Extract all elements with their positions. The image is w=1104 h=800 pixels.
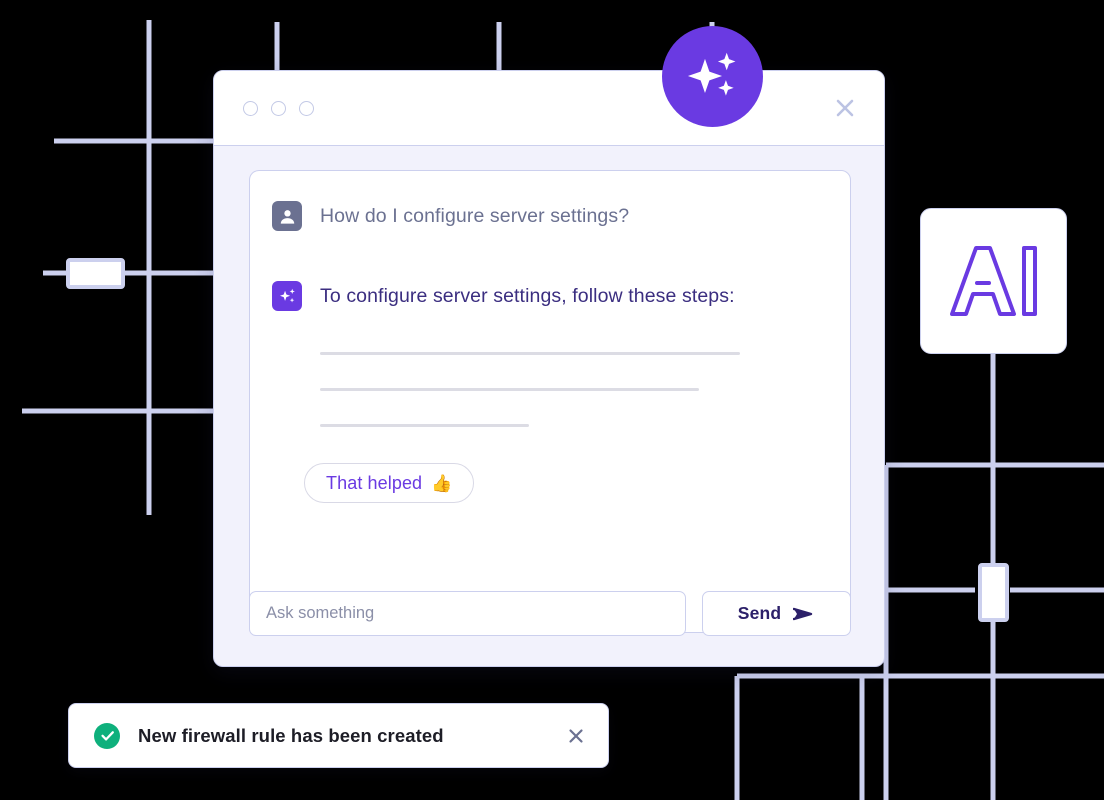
ai-chip-icon bbox=[949, 246, 1037, 316]
window-controls bbox=[243, 100, 314, 116]
toast-message: New firewall rule has been created bbox=[138, 724, 444, 746]
sparkles-icon bbox=[272, 281, 302, 311]
circuit-component-right bbox=[978, 563, 1009, 622]
ai-node-card[interactable] bbox=[920, 208, 1067, 354]
close-icon bbox=[836, 99, 854, 117]
illustration-canvas: How do I configure server settings? To c… bbox=[0, 0, 1104, 800]
skeleton-line bbox=[320, 424, 529, 427]
search-input[interactable] bbox=[249, 591, 686, 636]
message-user: How do I configure server settings? bbox=[272, 201, 828, 231]
circuit-component-left bbox=[66, 258, 125, 289]
skeleton-line bbox=[320, 388, 699, 391]
sparkles-icon bbox=[687, 52, 735, 96]
chat-window: How do I configure server settings? To c… bbox=[213, 70, 885, 667]
check-circle-icon bbox=[94, 722, 120, 749]
send-arrow-icon bbox=[793, 607, 813, 620]
send-button-label: Send bbox=[737, 603, 782, 623]
window-dot-2[interactable] bbox=[271, 100, 286, 116]
window-dot-1[interactable] bbox=[243, 100, 258, 116]
that-helped-button[interactable]: That helped 👍 bbox=[304, 463, 475, 503]
dismiss-toast-button[interactable] bbox=[564, 724, 588, 748]
loading-placeholder-lines bbox=[320, 352, 828, 427]
conversation-card: How do I configure server settings? To c… bbox=[249, 170, 851, 633]
assistant-message-text: To configure server settings, follow the… bbox=[320, 284, 735, 307]
message-composer: Send bbox=[249, 591, 851, 636]
close-window-button[interactable] bbox=[832, 95, 858, 121]
message-assistant: To configure server settings, follow the… bbox=[272, 281, 828, 311]
user-avatar-icon bbox=[272, 201, 302, 231]
close-icon bbox=[569, 728, 583, 743]
toast-notification: New firewall rule has been created bbox=[68, 703, 609, 768]
window-dot-3[interactable] bbox=[299, 100, 314, 116]
send-button[interactable]: Send bbox=[702, 591, 851, 636]
ai-brand-badge[interactable] bbox=[662, 26, 763, 127]
that-helped-label: That helped bbox=[326, 472, 423, 493]
thumbs-up-icon: 👍 bbox=[431, 473, 453, 493]
window-titlebar bbox=[214, 71, 884, 146]
user-message-text: How do I configure server settings? bbox=[320, 204, 630, 227]
skeleton-line bbox=[320, 352, 740, 355]
